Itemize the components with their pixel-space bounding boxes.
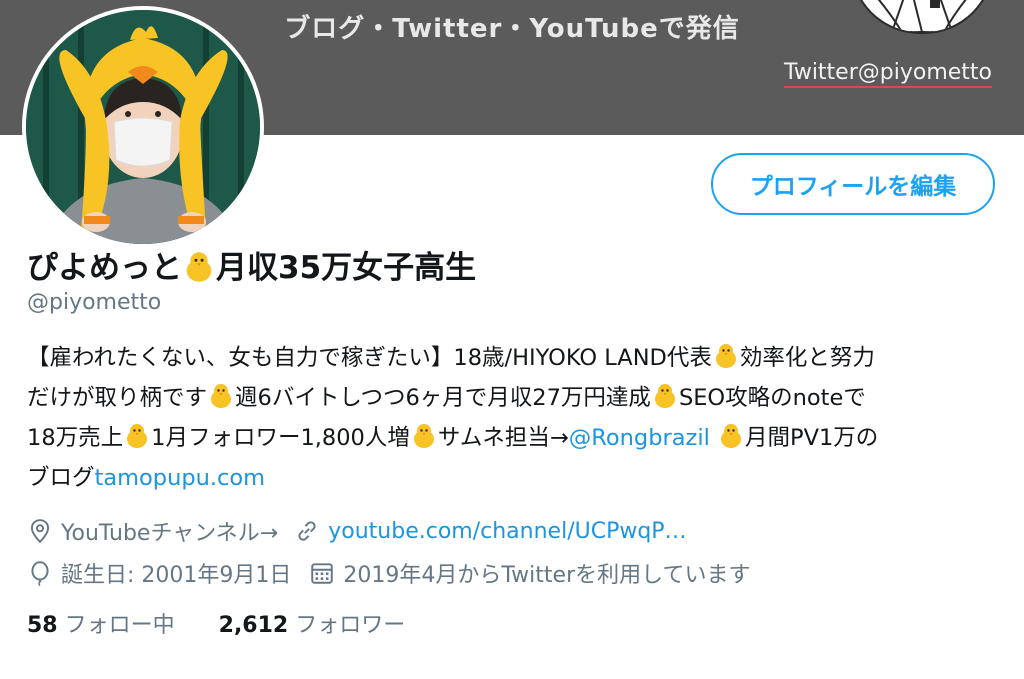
followers-label: フォロワー: [295, 613, 406, 638]
chick-emoji-icon: [125, 423, 149, 449]
banner-twitter-handle: Twitter@piyometto: [784, 60, 992, 88]
bio-text: 1月フォロワー1,800人増: [151, 425, 410, 451]
following-count: 58: [27, 613, 58, 638]
bio-text: ブログ: [27, 465, 95, 491]
bio-text: 18万売上: [27, 425, 124, 451]
meta-row-dates: 誕生日: 2001年9月1日 2019年4月からTwitterを利用しています: [27, 557, 750, 589]
follow-stats: 58 フォロー中 2,612 フォロワー: [27, 607, 405, 639]
blog-link[interactable]: tamopupu.com: [95, 465, 266, 491]
bio-text: SEO攻略のnoteで: [678, 385, 866, 411]
bio: 【雇われたくない、女も自力で稼ぎたい】18歳/HIYOKO LAND代表 効率化と…: [27, 338, 1017, 498]
location-text: YouTubeチャンネル→: [61, 521, 279, 546]
joined-text: 2019年4月からTwitterを利用しています: [343, 563, 751, 588]
display-name-part1: ぴよめっと: [27, 250, 182, 286]
bio-text: 週6バイトしつつ6ヶ月で月収27万円達成: [235, 385, 651, 411]
birthday-text: 誕生日: 2001年9月1日: [61, 563, 292, 588]
bio-text: 【雇われたくない、女も自力で稼ぎたい】18歳/HIYOKO LAND代表: [27, 345, 712, 371]
location-icon: [30, 519, 50, 544]
bio-line: 【雇われたくない、女も自力で稼ぎたい】18歳/HIYOKO LAND代表 効率化と…: [27, 338, 1017, 378]
bio-line: ブログtamopupu.com: [27, 458, 1017, 498]
avatar[interactable]: [22, 6, 264, 248]
chick-emoji-icon: [653, 383, 677, 409]
bio-text: だけが取り柄です: [27, 385, 208, 411]
bio-line: だけが取り柄です 週6バイトしつつ6ヶ月で月収27万円達成 SEO攻略のnoteで: [27, 378, 1017, 418]
following-link[interactable]: 58 フォロー中: [27, 613, 175, 638]
following-label: フォロー中: [64, 613, 175, 638]
user-handle: @piyometto: [27, 290, 162, 315]
bio-line: 18万売上 1月フォロワー1,800人増 サムネ担当→@Rongbrazil 月間P…: [27, 418, 1017, 458]
link-icon: [298, 521, 316, 541]
balloon-icon: [31, 561, 49, 586]
followers-count: 2,612: [218, 613, 289, 638]
followers-link[interactable]: 2,612 フォロワー: [219, 613, 406, 638]
website-link[interactable]: youtube.com/channel/UCPwqP…: [328, 519, 686, 544]
chick-emoji-icon: [184, 251, 214, 283]
edit-profile-button[interactable]: プロフィールを編集: [711, 153, 995, 215]
meta-row-location: YouTubeチャンネル→ youtube.com/channel/UCPwqP…: [27, 515, 687, 547]
chick-emoji-icon: [719, 423, 743, 449]
bio-text: 効率化と努力: [739, 345, 875, 371]
chick-emoji-icon: [714, 343, 738, 369]
calendar-icon: [311, 563, 334, 584]
mention-link[interactable]: @Rongbrazil: [569, 425, 710, 451]
chick-emoji-icon: [209, 383, 233, 409]
bio-text: サムネ担当→: [437, 425, 569, 451]
chick-emoji-icon: [412, 423, 436, 449]
display-name: ぴよめっと 月収35万女子高生: [27, 242, 476, 287]
bio-text: 月間PV1万の: [745, 425, 879, 451]
display-name-part2: 月収35万女子高生: [216, 250, 477, 286]
